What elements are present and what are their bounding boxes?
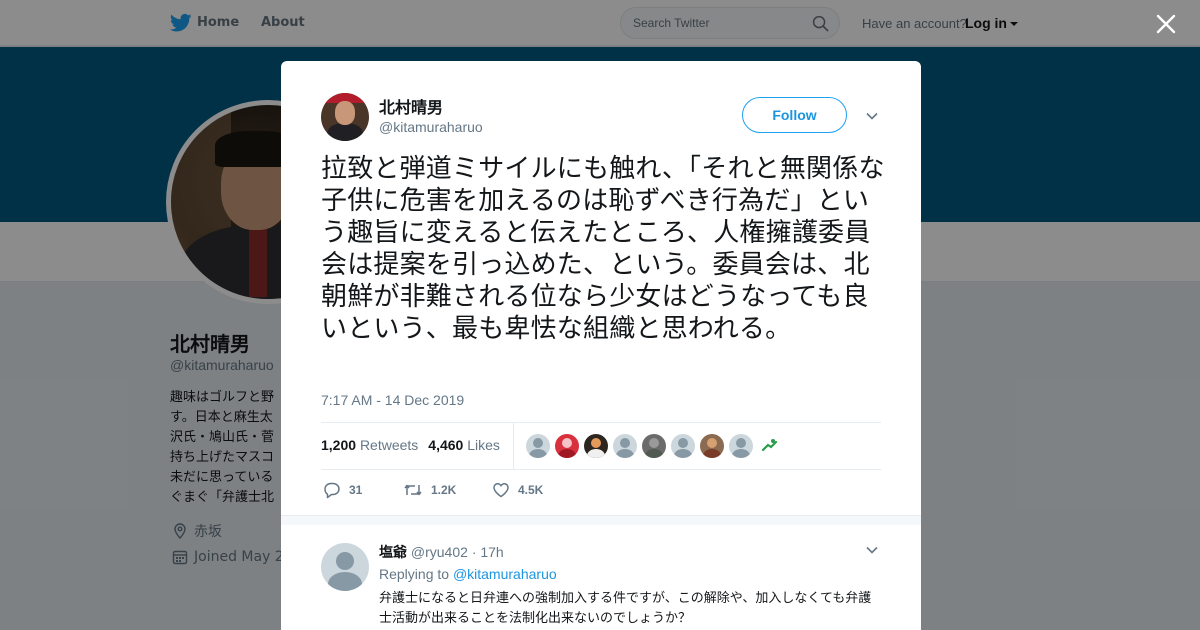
liker-avatar[interactable]: [729, 434, 753, 458]
replying-prefix: Replying to: [379, 566, 450, 582]
tweet-timestamp[interactable]: 7:17 AM - 14 Dec 2019: [321, 392, 464, 408]
likes-count[interactable]: 4,460: [428, 437, 463, 453]
reply-avatar[interactable]: [321, 543, 369, 591]
tweet-stats: 1,200 Retweets 4,460 Likes: [321, 437, 500, 453]
stats-divider: [513, 423, 514, 469]
retweet-icon[interactable]: [403, 481, 423, 499]
liker-avatar[interactable]: [584, 434, 608, 458]
replying-to: Replying to @kitamuraharuo: [379, 566, 557, 582]
like-count[interactable]: 4.5K: [518, 483, 543, 497]
reply-icon[interactable]: [323, 481, 341, 499]
like-action[interactable]: 4.5K: [492, 481, 543, 499]
avatar-face: [335, 101, 355, 125]
liker-avatar[interactable]: [642, 434, 666, 458]
reply-action[interactable]: 31: [323, 481, 403, 499]
reply-text: 弁護士になると日弁連への強制加入する件ですが、この解除や、加入しなくても弁護士活…: [379, 591, 872, 626]
replies-divider: [281, 515, 921, 525]
liker-avatar[interactable]: [700, 434, 724, 458]
liker-avatar[interactable]: [555, 434, 579, 458]
liker-avatar[interactable]: [758, 434, 782, 458]
reply-author-name[interactable]: 塩爺: [379, 545, 407, 561]
reply-header: 塩爺 @ryu402 · 17h: [379, 542, 504, 562]
likes-stat[interactable]: 4,460 Likes: [428, 437, 500, 453]
reply-author-handle[interactable]: @ryu402: [411, 544, 468, 560]
liker-avatar[interactable]: [671, 434, 695, 458]
liker-avatar[interactable]: [613, 434, 637, 458]
likers-avatars: [526, 434, 782, 458]
retweets-label[interactable]: Retweets: [360, 437, 418, 453]
heart-icon[interactable]: [492, 481, 510, 499]
retweets-count[interactable]: 1,200: [321, 437, 356, 453]
chevron-down-icon[interactable]: [865, 543, 879, 557]
likes-label[interactable]: Likes: [467, 437, 500, 453]
author-avatar[interactable]: [321, 93, 369, 141]
reply-time[interactable]: · 17h: [472, 544, 504, 560]
close-icon[interactable]: [1154, 12, 1178, 36]
liker-avatar[interactable]: [526, 434, 550, 458]
divider: [321, 469, 881, 470]
replying-to-link[interactable]: @kitamuraharuo: [453, 566, 557, 582]
follow-button[interactable]: Follow: [742, 97, 847, 133]
retweet-action[interactable]: 1.2K: [403, 481, 492, 499]
runner-icon: [761, 439, 778, 452]
chevron-down-icon[interactable]: [865, 109, 879, 123]
author-name[interactable]: 北村晴男: [379, 94, 443, 118]
divider: [321, 422, 881, 423]
author-handle[interactable]: @kitamuraharuo: [379, 119, 483, 135]
retweet-count[interactable]: 1.2K: [431, 483, 456, 497]
tweet-actions: 31 1.2K 4.5K: [323, 481, 543, 499]
tweet-modal: 北村晴男 @kitamuraharuo Follow 拉致と弾道ミサイルにも触れ…: [281, 61, 921, 630]
avatar-body: [327, 123, 363, 141]
reply-count[interactable]: 31: [349, 483, 362, 497]
tweet-text: 拉致と弾道ミサイルにも触れ、「それと無関係な子供に危害を加えるのは恥ずべき行為だ…: [321, 154, 885, 344]
retweets-stat[interactable]: 1,200 Retweets: [321, 437, 418, 453]
